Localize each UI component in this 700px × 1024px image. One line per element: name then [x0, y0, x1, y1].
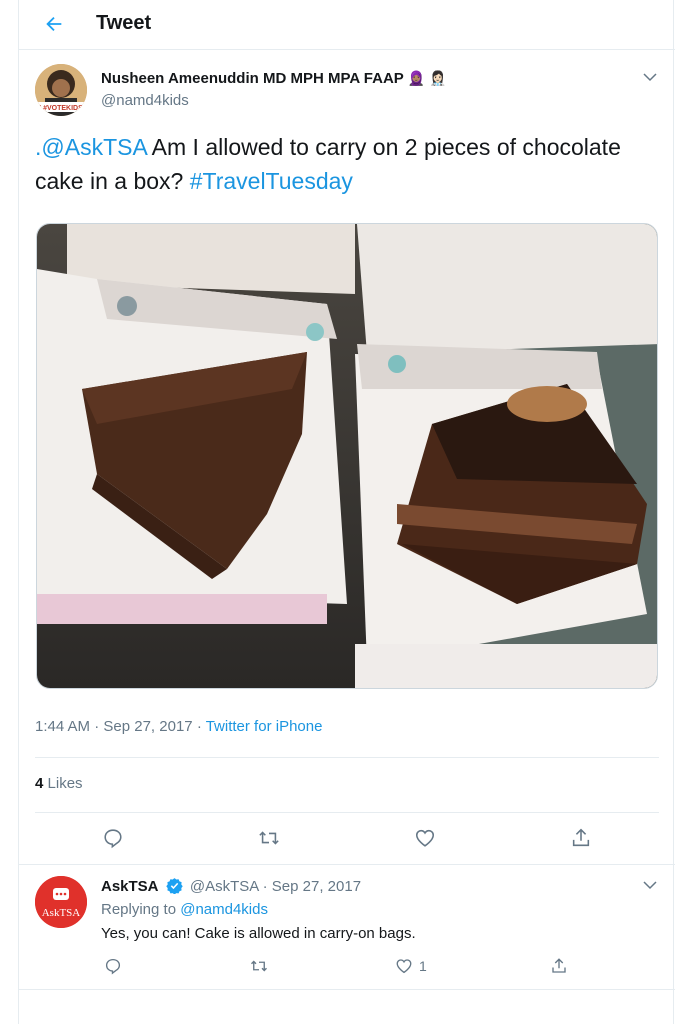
meta-sep-2: · — [196, 718, 206, 735]
verified-icon — [165, 878, 183, 894]
tweet-time[interactable]: 1:44 AM — [35, 718, 90, 735]
replying-to-label: Replying to — [101, 901, 177, 918]
mention-link[interactable]: .@AskTSA — [35, 134, 147, 160]
retweet-icon — [251, 960, 267, 972]
chevron-down-icon — [643, 73, 657, 82]
likes-stat[interactable]: 4 Likes — [35, 775, 83, 792]
reply-author-handle[interactable]: @AskTSA — [190, 878, 259, 895]
reply-text: Yes, you can! Cake is allowed in carry-o… — [101, 925, 416, 942]
reply-retweet-button[interactable] — [245, 954, 273, 978]
likes-label: Likes — [47, 775, 83, 792]
share-icon — [572, 828, 590, 847]
chevron-down-icon — [643, 881, 657, 890]
page-header: Tweet — [19, 0, 675, 50]
divider — [35, 757, 659, 758]
reply-icon — [104, 829, 122, 849]
author-name-text: Nusheen Ameenuddin MD MPH MPA FAAP — [101, 70, 404, 87]
cake-photo-image — [37, 224, 657, 688]
tweet-meta: 1:44 AM · Sep 27, 2017 · Twitter for iPh… — [35, 718, 322, 735]
divider — [19, 864, 675, 865]
page-title: Tweet — [96, 12, 152, 34]
reply-avatar-text: AskTSA — [42, 907, 81, 919]
like-icon — [396, 959, 412, 974]
likes-count: 4 — [35, 775, 44, 792]
back-arrow-icon — [46, 16, 62, 32]
reply-author-name[interactable]: AskTSA — [101, 878, 159, 895]
retweet-button[interactable] — [255, 824, 283, 852]
tweet-photo[interactable] — [36, 223, 658, 689]
tweet-actions — [19, 824, 675, 854]
reply-icon — [105, 958, 121, 975]
reply-actions: 1 — [19, 954, 675, 980]
reply-sep: · — [262, 878, 272, 895]
divider — [19, 989, 675, 990]
tweet-date[interactable]: Sep 27, 2017 — [103, 718, 192, 735]
reply-like-button[interactable]: 1 — [395, 954, 455, 978]
reply-date[interactable]: Sep 27, 2017 — [272, 878, 361, 895]
author-name[interactable]: Nusheen Ameenuddin MD MPH MPA FAAP 🧕🏽 👩🏻… — [101, 70, 446, 87]
author-avatar[interactable]: I #VOTEKIDS — [35, 64, 87, 116]
tweet-menu-button[interactable] — [641, 68, 659, 91]
hashtag-link[interactable]: #TravelTuesday — [190, 168, 353, 194]
replying-to: Replying to @namd4kids — [101, 901, 268, 918]
tweet-column: Tweet I #VOTEKIDS Nusheen Ameenuddin MD … — [18, 0, 675, 1024]
reply-share-button[interactable] — [545, 954, 573, 978]
reply-button[interactable] — [99, 824, 127, 852]
tweet-source[interactable]: Twitter for iPhone — [206, 718, 323, 735]
meta-sep-1: · — [94, 718, 104, 735]
tweet-text: .@AskTSA Am I allowed to carry on 2 piec… — [35, 130, 655, 198]
share-button[interactable] — [567, 824, 595, 852]
divider — [35, 812, 659, 813]
back-button[interactable] — [39, 9, 69, 39]
like-icon — [415, 829, 435, 847]
retweet-icon — [259, 831, 279, 845]
share-icon — [552, 958, 566, 973]
avatar-badge-text: I #VOTEKIDS — [39, 105, 83, 112]
author-handle[interactable]: @namd4kids — [101, 92, 189, 109]
replying-to-handle[interactable]: @namd4kids — [180, 901, 268, 918]
reply-like-count: 1 — [419, 958, 427, 974]
reply-avatar[interactable]: AskTSA — [35, 876, 87, 928]
reply-header: AskTSA @AskTSA · Sep 27, 2017 — [101, 877, 361, 895]
reply-reply-button[interactable] — [99, 954, 127, 978]
like-button[interactable] — [411, 824, 439, 852]
reply-menu-button[interactable] — [641, 876, 659, 899]
author-emoji: 🧕🏽 👩🏻‍⚕️ — [407, 70, 447, 86]
